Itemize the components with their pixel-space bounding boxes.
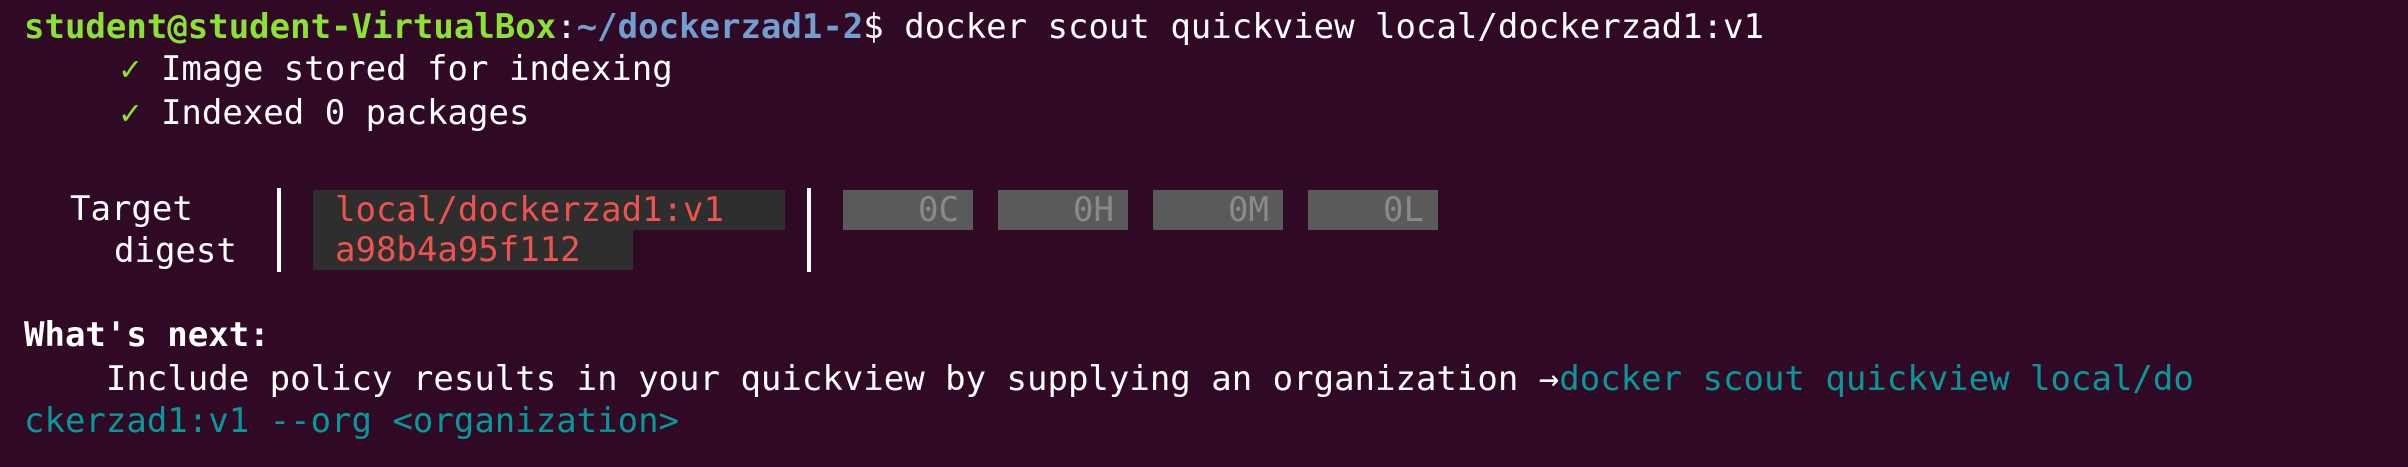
status-line-stored: ✓ Image stored for indexing [120,48,673,90]
critical-count-badge: 0C [843,190,973,230]
whats-next-text: Include policy results in your quickview… [24,359,1539,399]
status-text: Image stored for indexing [140,49,673,89]
target-value: local/dockerzad1:v1 [313,190,785,230]
divider-left [277,188,281,272]
check-icon: ✓ [120,93,141,133]
command-text: docker scout quickview local/dockerzad1:… [883,7,1764,47]
high-count-badge: 0H [998,190,1128,230]
medium-count-badge: 0M [1153,190,1283,230]
digest-label: digest [114,231,237,271]
status-text: Indexed 0 packages [140,93,530,133]
terminal-window[interactable]: student@student-VirtualBox:~/dockerzad1-… [0,0,2408,467]
prompt-line: student@student-VirtualBox:~/dockerzad1-… [24,6,1764,48]
status-line-indexed: ✓ Indexed 0 packages [120,92,529,134]
divider-right [807,188,811,272]
prompt-path: ~/dockerzad1-2 [576,7,864,47]
whats-next-line: Include policy results in your quickview… [24,358,2194,400]
prompt-user-host: student@student-VirtualBox [24,7,557,47]
digest-value: a98b4a95f112 [313,230,633,270]
prompt-separator: : [556,7,577,47]
low-count-badge: 0L [1308,190,1438,230]
prompt-symbol: $ [863,7,884,47]
arrow-right-icon: → [1538,359,1560,399]
check-icon: ✓ [120,49,141,89]
suggested-command-continued[interactable]: ckerzad1:v1 --org <organization> [24,400,679,442]
suggested-command[interactable]: docker scout quickview local/do [1559,359,2194,399]
whats-next-heading: What's next: [24,315,270,355]
target-label: Target [70,189,193,229]
